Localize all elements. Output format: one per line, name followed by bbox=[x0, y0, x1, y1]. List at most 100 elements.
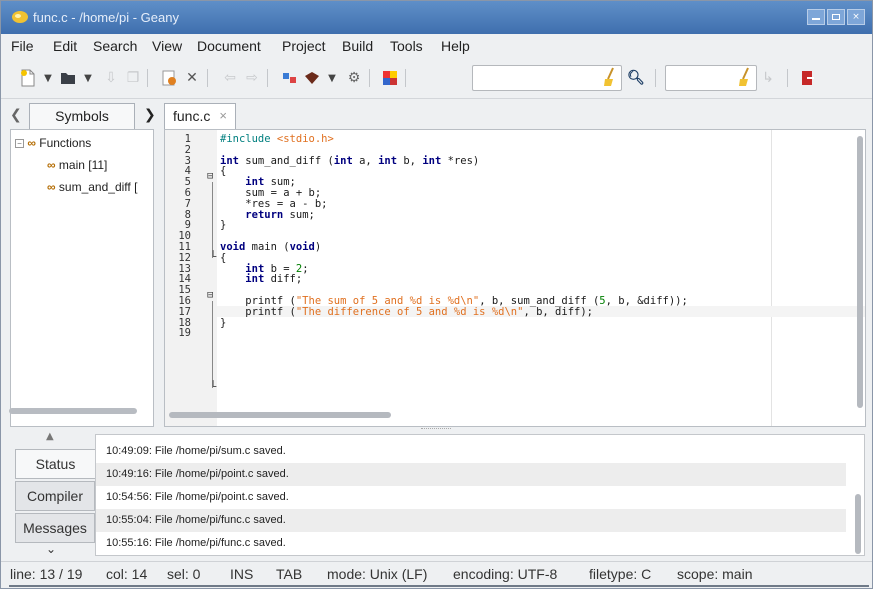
geany-app-icon bbox=[12, 11, 28, 23]
tab-status[interactable]: Status bbox=[15, 449, 95, 479]
list-item[interactable]: 10:55:04: File /home/pi/func.c saved. bbox=[96, 509, 846, 532]
toolbar-separator bbox=[369, 69, 370, 87]
chevron-right-icon[interactable]: ❯ bbox=[144, 107, 156, 123]
color-chooser-button[interactable] bbox=[379, 67, 401, 89]
status-ins: INS bbox=[230, 566, 254, 582]
menu-edit[interactable]: Edit bbox=[53, 38, 77, 54]
pane-splitter[interactable] bbox=[421, 428, 451, 430]
menu-help[interactable]: Help bbox=[441, 38, 470, 54]
menu-document[interactable]: Document bbox=[197, 38, 261, 54]
messages-vertical-scrollbar[interactable] bbox=[855, 494, 861, 554]
chevron-left-icon[interactable]: ❮ bbox=[10, 107, 22, 123]
status-sel: sel: 0 bbox=[167, 566, 201, 582]
window-bottom-edge bbox=[9, 585, 869, 587]
code-line[interactable]: return sum; bbox=[220, 209, 315, 221]
maximize-icon bbox=[832, 14, 840, 20]
fold-marker-icon[interactable]: ⊟ bbox=[207, 290, 213, 301]
find-button[interactable]: 🔍︎ bbox=[625, 67, 647, 89]
code-line[interactable]: printf ("The difference of 5 and %d is %… bbox=[220, 306, 593, 318]
menu-file[interactable]: File bbox=[11, 38, 34, 54]
clear-goto-icon[interactable] bbox=[738, 67, 752, 87]
code-line[interactable]: #include <stdio.h> bbox=[220, 134, 334, 145]
run-icon: ⚙ bbox=[347, 70, 361, 86]
search-input[interactable] bbox=[472, 65, 622, 91]
minimize-icon bbox=[812, 18, 820, 20]
goto-line-icon: ↳ bbox=[762, 70, 774, 86]
toolbar-separator bbox=[655, 69, 656, 87]
tab-symbols[interactable]: Symbols bbox=[29, 103, 135, 129]
toolbar-separator bbox=[787, 69, 788, 87]
status-filetype: filetype: C bbox=[589, 566, 652, 582]
symbols-panel: − ∞ Functions ∞ main [11] ∞ sum_and_diff… bbox=[10, 129, 154, 427]
maximize-button[interactable] bbox=[827, 9, 845, 25]
list-item[interactable]: 10:55:16: File /home/pi/func.c saved. bbox=[96, 532, 846, 555]
compile-icon bbox=[283, 73, 296, 83]
collapse-icon[interactable]: − bbox=[15, 139, 24, 149]
code-line[interactable]: } bbox=[220, 220, 226, 231]
menu-build[interactable]: Build bbox=[342, 38, 373, 54]
long-line-marker bbox=[771, 130, 772, 426]
dropdown-arrow-icon: ▼ bbox=[328, 72, 336, 84]
menu-view[interactable]: View bbox=[152, 38, 182, 54]
list-item[interactable]: 10:54:56: File /home/pi/point.c saved. bbox=[96, 486, 846, 509]
function-icon: ∞ bbox=[47, 158, 56, 172]
function-icon: ∞ bbox=[47, 180, 56, 194]
revert-icon bbox=[162, 70, 176, 86]
build-dropdown[interactable]: ▼ bbox=[321, 67, 343, 89]
code-line[interactable]: void main (void) bbox=[220, 242, 321, 253]
line-number: 2 bbox=[184, 143, 191, 156]
tree-item-sum-and-diff[interactable]: ∞ sum_and_diff [ bbox=[47, 180, 137, 194]
code-line[interactable]: int diff; bbox=[220, 274, 302, 285]
list-item[interactable]: 10:49:09: File /home/pi/sum.c saved. bbox=[96, 440, 846, 463]
sidebar-horizontal-scrollbar[interactable] bbox=[9, 408, 137, 414]
close-window-button[interactable]: × bbox=[847, 9, 865, 25]
back-icon: ⇦ bbox=[224, 70, 236, 86]
tree-item-main[interactable]: ∞ main [11] bbox=[47, 158, 107, 172]
build-button[interactable] bbox=[301, 67, 323, 89]
status-scope: scope: main bbox=[677, 566, 753, 582]
menu-project[interactable]: Project bbox=[282, 38, 326, 54]
save-all-button[interactable]: ❐ bbox=[122, 67, 144, 89]
open-file-button[interactable] bbox=[57, 67, 79, 89]
run-button[interactable]: ⚙ bbox=[343, 67, 365, 89]
goto-line-button[interactable]: ↳ bbox=[757, 67, 779, 89]
fold-end-icon: └ bbox=[210, 381, 217, 393]
tree-item-functions[interactable]: − ∞ Functions bbox=[15, 136, 91, 150]
fold-marker-icon[interactable]: ⊟ bbox=[207, 171, 213, 182]
close-file-button[interactable]: ✕ bbox=[181, 67, 203, 89]
menu-tools[interactable]: Tools bbox=[390, 38, 423, 54]
editor-horizontal-scrollbar[interactable] bbox=[169, 412, 391, 418]
dropdown-arrow-icon: ▼ bbox=[44, 72, 52, 84]
revert-button[interactable] bbox=[158, 67, 180, 89]
close-icon: ✕ bbox=[186, 70, 198, 86]
tab-compiler[interactable]: Compiler bbox=[15, 481, 95, 511]
fold-guide bbox=[212, 182, 213, 258]
tab-func-c[interactable]: func.c × bbox=[164, 103, 236, 129]
scroll-up-icon[interactable]: ▲ bbox=[46, 431, 54, 442]
new-file-button[interactable] bbox=[17, 67, 39, 89]
fold-end-icon: └ bbox=[210, 251, 217, 263]
editor-vertical-scrollbar[interactable] bbox=[857, 136, 863, 408]
color-chooser-icon bbox=[383, 71, 397, 85]
code-editor[interactable]: 1 2 3 4 5 6 7 8 9 10 11 12 13 14 15 16 17 18 19 #include <… bbox=[164, 129, 866, 427]
title-bar[interactable]: func.c - /home/pi - Geany × bbox=[1, 1, 872, 34]
new-file-dropdown[interactable]: ▼ bbox=[37, 67, 59, 89]
compile-button[interactable] bbox=[279, 67, 301, 89]
sidebar-tabs: ❮ Symbols ❯ bbox=[7, 101, 156, 129]
chevron-down-icon[interactable]: ⌄ bbox=[46, 542, 56, 556]
code-line[interactable]: int sum_and_diff (int a, int b, int *res… bbox=[220, 155, 479, 167]
tab-messages[interactable]: Messages bbox=[15, 513, 95, 543]
menu-search[interactable]: Search bbox=[93, 38, 137, 54]
forward-button[interactable]: ⇨ bbox=[241, 67, 263, 89]
save-button[interactable]: ⇩ bbox=[100, 67, 122, 89]
minimize-button[interactable] bbox=[807, 9, 825, 25]
quit-button[interactable] bbox=[797, 67, 819, 89]
status-messages: 10:49:09: File /home/pi/sum.c saved. 10:… bbox=[95, 434, 865, 556]
open-file-dropdown[interactable]: ▼ bbox=[77, 67, 99, 89]
back-button[interactable]: ⇦ bbox=[219, 67, 241, 89]
code-line[interactable]: { bbox=[220, 252, 226, 264]
close-tab-icon[interactable]: × bbox=[219, 104, 227, 128]
list-item[interactable]: 10:49:16: File /home/pi/point.c saved. bbox=[96, 463, 846, 486]
code-line[interactable]: } bbox=[220, 317, 226, 329]
clear-search-icon[interactable] bbox=[603, 67, 617, 87]
